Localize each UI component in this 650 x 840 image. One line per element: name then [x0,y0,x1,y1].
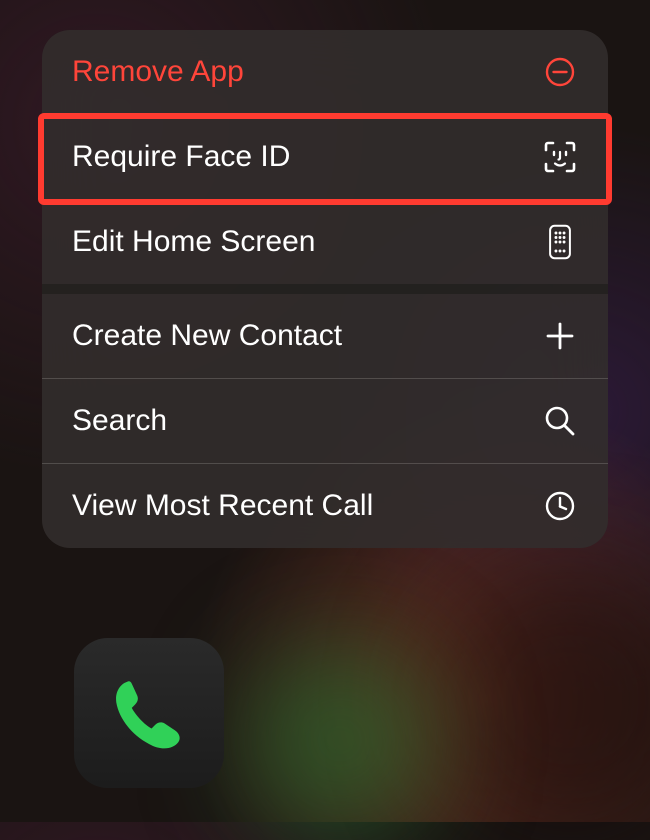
menu-item-label: Remove App [72,55,244,89]
phone-app-icon[interactable] [74,638,224,788]
view-most-recent-call-item[interactable]: View Most Recent Call [42,464,608,548]
require-face-id-item[interactable]: Require Face ID [42,115,608,200]
create-new-contact-item[interactable]: Create New Contact [42,294,608,379]
clock-icon [542,488,578,524]
menu-item-label: Edit Home Screen [72,225,315,259]
phone-icon [106,670,192,756]
magnifying-glass-icon [542,403,578,439]
remove-app-item[interactable]: Remove App [42,30,608,115]
menu-item-label: Search [72,404,167,438]
apps-grid-icon [542,224,578,260]
plus-icon [542,318,578,354]
search-item[interactable]: Search [42,379,608,464]
face-id-icon [542,139,578,175]
minus-circle-icon [542,54,578,90]
edit-home-screen-item[interactable]: Edit Home Screen [42,200,608,294]
menu-item-label: Create New Contact [72,319,342,353]
menu-item-label: Require Face ID [72,140,290,174]
menu-item-label: View Most Recent Call [72,489,373,523]
context-menu: Remove App Require Face ID Edit Home Scr [42,30,608,548]
